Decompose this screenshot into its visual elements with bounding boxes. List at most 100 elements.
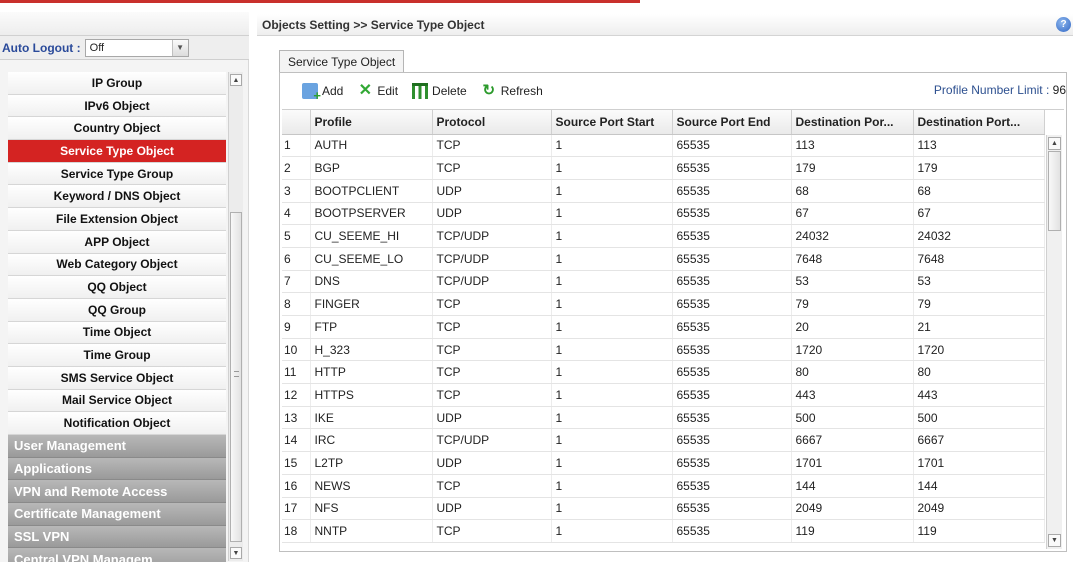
table-row[interactable]: 14 IRC TCP/UDP 1 65535 6667 6667 [282, 428, 1045, 453]
column-header[interactable]: Source Port Start [551, 110, 673, 135]
add-button[interactable]: Add [302, 81, 344, 103]
auto-logout-select[interactable]: Off ▼ [84, 38, 189, 57]
table-cell: 65535 [672, 179, 792, 203]
sidebar-item-service-type-object[interactable]: Service Type Object [8, 140, 226, 163]
auto-logout-label: Auto Logout : [2, 40, 81, 55]
table-row[interactable]: 4 BOOTPSERVER UDP 1 65535 67 67 [282, 202, 1045, 226]
edit-button[interactable]: ✕ Edit [357, 81, 398, 101]
table-row[interactable]: 9 FTP TCP 1 65535 20 21 [282, 315, 1045, 339]
column-header[interactable]: Destination Port... [913, 110, 1045, 135]
sidebar-item-mail-service-object[interactable]: Mail Service Object [8, 389, 226, 413]
sidebar-scrollbar[interactable]: ▲ ▼ [228, 72, 243, 561]
table-cell: 1 [551, 156, 673, 180]
table-scroll-thumb[interactable] [1048, 151, 1061, 231]
table-cell: 113 [791, 134, 914, 158]
delete-button[interactable]: Delete [412, 81, 467, 101]
sidebar-section-user-management[interactable]: User Management [8, 435, 226, 458]
table-cell: 1 [551, 134, 673, 158]
table-row[interactable]: 8 FINGER TCP 1 65535 79 79 [282, 292, 1045, 316]
scroll-down-icon[interactable]: ▼ [1048, 534, 1061, 547]
column-header[interactable]: Protocol [432, 110, 552, 135]
sidebar-item-keyword-dns-object[interactable]: Keyword / DNS Object [8, 185, 226, 209]
table-scrollbar[interactable]: ▲ ▼ [1046, 135, 1062, 549]
table-cell: TCP/UDP [432, 247, 552, 271]
table-cell: 1 [551, 202, 673, 226]
sidebar-item-web-category-object[interactable]: Web Category Object [8, 253, 226, 277]
sidebar-item-ipv6-object[interactable]: IPv6 Object [8, 94, 226, 118]
table-cell: 53 [913, 270, 1045, 294]
sidebar-item-ip-group[interactable]: IP Group [8, 72, 226, 95]
column-header[interactable]: Destination Por... [791, 110, 914, 135]
sidebar-section-applications[interactable]: Applications [8, 457, 226, 481]
sidebar-section-certificate-management[interactable]: Certificate Management [8, 503, 226, 526]
table-row[interactable]: 5 CU_SEEME_HI TCP/UDP 1 65535 24032 24032 [282, 224, 1045, 248]
toolbar: Add ✕ Edit Delete ↻ Refresh Profile Numb… [280, 73, 1066, 109]
table-cell: 7648 [913, 247, 1045, 271]
table-cell: 65535 [672, 406, 792, 430]
table-row[interactable]: 16 NEWS TCP 1 65535 144 144 [282, 474, 1045, 498]
tab-service-type-object[interactable]: Service Type Object [279, 50, 405, 72]
sidebar-item-service-type-group[interactable]: Service Type Group [8, 162, 226, 186]
table-row[interactable]: 12 HTTPS TCP 1 65535 443 443 [282, 383, 1045, 407]
sidebar-item-sms-service-object[interactable]: SMS Service Object [8, 366, 226, 390]
sidebar-section-vpn-and-remote-access[interactable]: VPN and Remote Access [8, 480, 226, 504]
table-cell: FTP [310, 315, 433, 339]
table-row[interactable]: 15 L2TP UDP 1 65535 1701 1701 [282, 451, 1045, 475]
table-row[interactable]: 1 AUTH TCP 1 65535 113 113 [282, 134, 1045, 158]
table-body: 1 AUTH TCP 1 65535 113 113 2 BGP TCP 1 65535 179 179 3… [282, 134, 1045, 543]
table-cell: 1 [551, 338, 673, 362]
table-cell: 119 [791, 519, 914, 543]
table-cell: FINGER [310, 292, 433, 316]
table-cell: 65535 [672, 383, 792, 407]
table-cell: 13 [282, 406, 311, 430]
table-cell: TCP [432, 134, 552, 158]
table-cell: 1 [551, 270, 673, 294]
table-cell: NFS [310, 497, 433, 521]
refresh-label: Refresh [500, 84, 543, 98]
table-cell: 53 [791, 270, 914, 294]
chevron-down-icon[interactable]: ▼ [171, 39, 188, 56]
table-cell: 65535 [672, 315, 792, 339]
sidebar-item-qq-object[interactable]: QQ Object [8, 276, 226, 299]
table-row[interactable]: 11 HTTP TCP 1 65535 80 80 [282, 360, 1045, 385]
table-cell: 14 [282, 428, 311, 453]
column-header[interactable]: Profile [310, 110, 433, 135]
column-header[interactable] [282, 110, 311, 135]
sidebar-header [0, 12, 249, 36]
column-header[interactable]: Source Port End [672, 110, 792, 135]
refresh-button[interactable]: ↻ Refresh [481, 81, 543, 101]
scroll-down-icon[interactable]: ▼ [230, 547, 242, 559]
scroll-up-icon[interactable]: ▲ [230, 74, 242, 86]
sidebar-item-file-extension-object[interactable]: File Extension Object [8, 208, 226, 231]
sidebar-item-country-object[interactable]: Country Object [8, 117, 226, 141]
table-row[interactable]: 10 H_323 TCP 1 65535 1720 1720 [282, 338, 1045, 362]
help-icon[interactable]: ? [1056, 17, 1071, 32]
table-row[interactable]: 2 BGP TCP 1 65535 179 179 [282, 156, 1045, 180]
table-row[interactable]: 7 DNS TCP/UDP 1 65535 53 53 [282, 270, 1045, 294]
table-cell: UDP [432, 497, 552, 521]
sidebar-item-qq-group[interactable]: QQ Group [8, 298, 226, 322]
table-row[interactable]: 6 CU_SEEME_LO TCP/UDP 1 65535 7648 7648 [282, 247, 1045, 271]
table-cell: 16 [282, 474, 311, 498]
table-cell: 144 [913, 474, 1045, 498]
table-cell: 1 [551, 360, 673, 385]
table-cell: TCP [432, 474, 552, 498]
table-row[interactable]: 3 BOOTPCLIENT UDP 1 65535 68 68 [282, 179, 1045, 203]
sidebar-item-time-object[interactable]: Time Object [8, 321, 226, 345]
sidebar-item-app-object[interactable]: APP Object [8, 230, 226, 254]
sidebar-section-central-vpn-managem[interactable]: Central VPN Managem... [8, 548, 226, 562]
sidebar-scroll-thumb[interactable] [230, 212, 242, 542]
sidebar-item-notification-object[interactable]: Notification Object [8, 412, 226, 435]
table-row[interactable]: 17 NFS UDP 1 65535 2049 2049 [282, 497, 1045, 521]
sidebar-item-time-group[interactable]: Time Group [8, 344, 226, 367]
table-cell: HTTP [310, 360, 433, 385]
service-table-container: Profile Protocol Source Port Start Source P… [282, 109, 1064, 549]
table-cell: TCP/UDP [432, 428, 552, 453]
sidebar-section-ssl-vpn[interactable]: SSL VPN [8, 525, 226, 549]
table-row[interactable]: 18 NNTP TCP 1 65535 119 119 [282, 519, 1045, 543]
table-cell: 68 [791, 179, 914, 203]
auto-logout-row: Auto Logout : Off ▼ [0, 36, 249, 60]
table-row[interactable]: 13 IKE UDP 1 65535 500 500 [282, 406, 1045, 430]
add-label: Add [322, 84, 344, 98]
scroll-up-icon[interactable]: ▲ [1048, 137, 1061, 150]
